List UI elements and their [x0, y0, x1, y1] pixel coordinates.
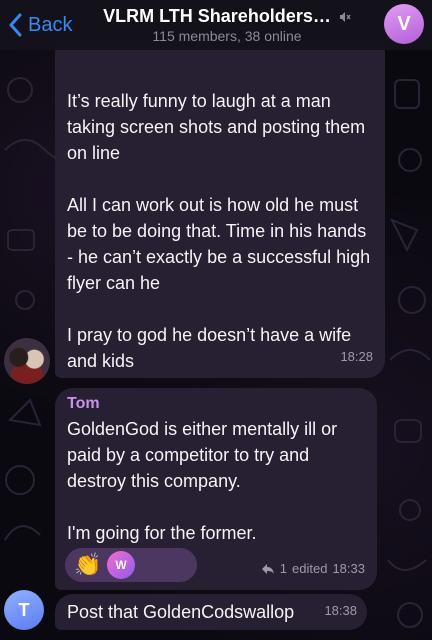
chat-subtitle: 115 members, 38 online — [152, 28, 302, 44]
edited-label: edited — [292, 561, 328, 576]
chevron-left-icon — [9, 13, 22, 37]
message-bubble[interactable]: Tom GoldenGod is either mentally ill or … — [55, 388, 377, 590]
mute-icon — [339, 11, 351, 22]
sender-avatar[interactable] — [4, 338, 50, 384]
group-avatar[interactable]: V — [384, 4, 424, 44]
chat-title-area[interactable]: VLRM LTH Shareholders… 115 members, 38 o… — [92, 6, 362, 44]
message-bubble[interactable]: It’s really funny to laugh at a man taki… — [55, 40, 385, 378]
message-paragraph: GoldenGod is either mentally ill or paid… — [67, 419, 338, 491]
message-paragraph: All I can work out is how old he must be… — [67, 195, 371, 293]
message-paragraph: I pray to god he doesn’t have a wife and… — [67, 325, 352, 371]
message-time: 18:33 — [332, 561, 365, 576]
reactor-avatar: W — [107, 551, 135, 579]
reactions-pill[interactable]: 👏 W — [65, 548, 197, 582]
message-paragraph: I'm going for the former. — [67, 523, 257, 543]
reply-count: 1 — [279, 561, 288, 576]
message-paragraph: It’s really funny to laugh at a man taki… — [67, 91, 366, 163]
chat-title: VLRM LTH Shareholders… — [103, 6, 331, 26]
chat-header: Back VLRM LTH Shareholders… 115 members,… — [0, 0, 432, 50]
sender-name[interactable]: Tom — [67, 394, 365, 414]
message-time: 18:38 — [324, 603, 357, 618]
sender-avatar[interactable]: T — [4, 590, 44, 630]
back-button[interactable]: Back — [8, 11, 72, 39]
reply-icon — [261, 564, 274, 574]
back-label: Back — [28, 13, 73, 36]
message-meta: 1 edited 18:33 — [261, 556, 365, 582]
message-time: 18:28 — [340, 349, 373, 364]
message-bubble[interactable]: Post that GoldenCodswallop 18:38 — [55, 594, 367, 630]
clap-emoji-reaction: 👏 — [74, 552, 102, 577]
message-text: Post that GoldenCodswallop — [67, 602, 295, 622]
